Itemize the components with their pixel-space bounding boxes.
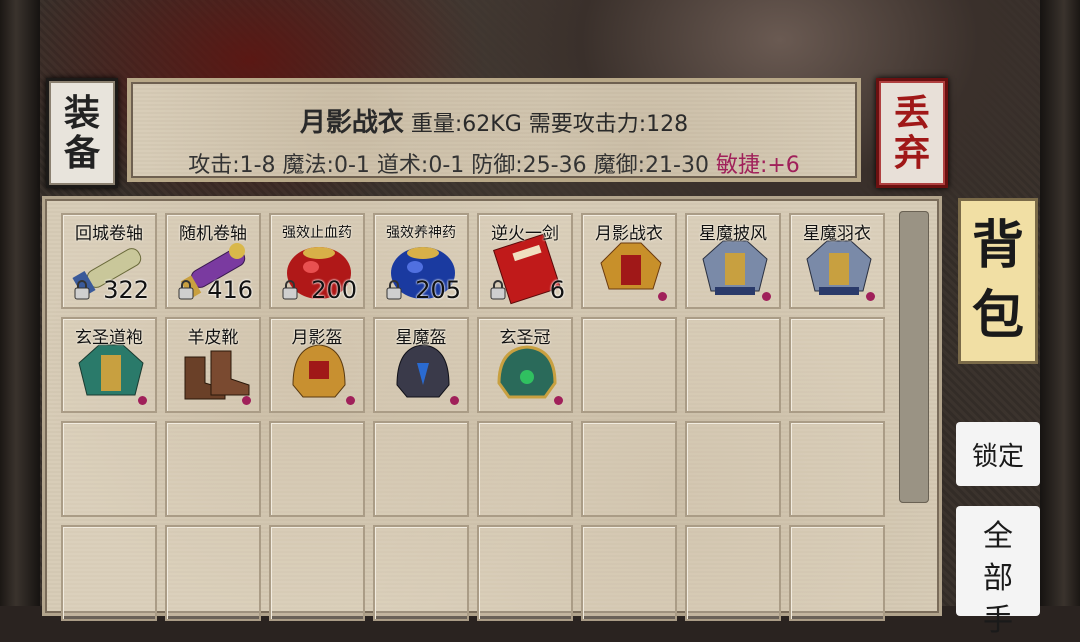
item-name: 月影战衣 xyxy=(299,108,404,138)
item-label: 玄圣冠 xyxy=(499,328,551,348)
inventory-slot[interactable]: 强效止血药 200 xyxy=(269,213,365,309)
stat-magic-defense: 魔御:21-30 xyxy=(593,153,709,178)
right-frame xyxy=(1040,0,1080,606)
inventory-scrollbar[interactable] xyxy=(899,211,929,503)
quality-dot-icon xyxy=(450,396,459,405)
quality-dot-icon xyxy=(762,292,771,301)
stat-agility: 敏捷:+6 xyxy=(715,153,800,178)
quality-dot-icon xyxy=(866,292,875,301)
inventory-slot[interactable]: 月影战衣 xyxy=(581,213,677,309)
item-label: 星魔披风 xyxy=(699,224,767,244)
item-label: 强效养神药 xyxy=(386,225,456,241)
empty-inventory-slot[interactable] xyxy=(373,525,469,621)
item-count: 6 xyxy=(549,276,565,304)
quality-dot-icon xyxy=(242,396,251,405)
inventory-slot[interactable]: 羊皮靴 xyxy=(165,317,261,413)
quality-dot-icon xyxy=(658,292,667,301)
empty-inventory-slot[interactable] xyxy=(581,317,677,413)
inventory-slot[interactable]: 回城卷轴 322 xyxy=(61,213,157,309)
stat-attack: 攻击:1-8 xyxy=(188,153,276,178)
item-label: 羊皮靴 xyxy=(187,328,239,348)
bound-lock-icon xyxy=(386,280,402,300)
item-count: 205 xyxy=(415,276,461,304)
item-label: 月影盔 xyxy=(291,328,343,348)
item-label: 星魔羽衣 xyxy=(803,224,871,244)
equip-char-2: 备 xyxy=(63,132,100,174)
item-label: 月影战衣 xyxy=(595,224,663,244)
item-label: 星魔盔 xyxy=(395,328,447,348)
empty-inventory-slot[interactable] xyxy=(685,317,781,413)
empty-inventory-slot[interactable] xyxy=(477,525,573,621)
empty-inventory-slot[interactable] xyxy=(789,421,885,517)
item-label: 回城卷轴 xyxy=(75,224,143,244)
empty-inventory-slot[interactable] xyxy=(61,525,157,621)
all-char-1: 全 xyxy=(983,519,1013,554)
inventory-slot[interactable]: 玄圣冠 xyxy=(477,317,573,413)
empty-inventory-slot[interactable] xyxy=(581,421,677,517)
item-label: 玄圣道袍 xyxy=(75,328,143,348)
empty-inventory-slot[interactable] xyxy=(685,525,781,621)
bag-panel: 回城卷轴 322 随机卷轴 416 强效止血药 200 强效养神药 205 逆火一剑 6 月影战衣星… xyxy=(42,196,942,621)
item-weight: 重量:62KG xyxy=(410,112,522,137)
item-requirement: 需要攻击力:128 xyxy=(528,112,689,137)
inventory-slot[interactable]: 玄圣道袍 xyxy=(61,317,157,413)
quality-dot-icon xyxy=(346,396,355,405)
stat-defense: 防御:25-36 xyxy=(471,153,587,178)
stat-taoism: 道术:0-1 xyxy=(376,153,465,178)
inventory-slot[interactable]: 月影盔 xyxy=(269,317,365,413)
item-label: 逆火一剑 xyxy=(491,224,559,244)
bag-tab[interactable]: 背 包 xyxy=(958,198,1038,364)
all-char-2: 部 xyxy=(983,561,1013,596)
all-char-3: 手 xyxy=(983,603,1013,638)
equip-button[interactable]: 装 备 xyxy=(46,78,118,188)
empty-inventory-slot[interactable] xyxy=(165,525,261,621)
inventory-slot[interactable]: 星魔披风 xyxy=(685,213,781,309)
discard-char-2: 弃 xyxy=(893,132,930,174)
discard-char-1: 丢 xyxy=(893,92,930,134)
stat-magic: 魔法:0-1 xyxy=(282,153,370,178)
bound-lock-icon xyxy=(178,280,194,300)
empty-inventory-slot[interactable] xyxy=(477,421,573,517)
inventory-slot[interactable]: 随机卷轴 416 xyxy=(165,213,261,309)
bound-lock-icon xyxy=(74,280,90,300)
empty-inventory-slot[interactable] xyxy=(61,421,157,517)
bag-tab-char-2: 包 xyxy=(971,285,1024,346)
inventory-slot[interactable]: 星魔盔 xyxy=(373,317,469,413)
item-count: 322 xyxy=(103,276,149,304)
empty-inventory-slot[interactable] xyxy=(789,525,885,621)
inventory-slot[interactable]: 强效养神药 205 xyxy=(373,213,469,309)
quality-dot-icon xyxy=(554,396,563,405)
all-button[interactable]: 全 部 手 xyxy=(956,506,1040,638)
discard-button[interactable]: 丢 弃 xyxy=(876,78,948,188)
item-count: 200 xyxy=(311,276,357,304)
left-frame xyxy=(0,0,40,606)
bound-lock-icon xyxy=(282,280,298,300)
empty-inventory-slot[interactable] xyxy=(581,525,677,621)
equip-char-1: 装 xyxy=(63,92,100,134)
empty-inventory-slot[interactable] xyxy=(269,421,365,517)
quality-dot-icon xyxy=(138,396,147,405)
inventory-slot[interactable]: 星魔羽衣 xyxy=(789,213,885,309)
empty-inventory-slot[interactable] xyxy=(373,421,469,517)
item-info-banner: 月影战衣 重量:62KG 需要攻击力:128 攻击:1-8 魔法:0-1 道术:… xyxy=(127,78,861,182)
item-count: 416 xyxy=(207,276,253,304)
bag-tab-char-1: 背 xyxy=(971,215,1024,276)
lock-button[interactable]: 锁定 xyxy=(956,422,1040,486)
bound-lock-icon xyxy=(490,280,506,300)
empty-inventory-slot[interactable] xyxy=(685,421,781,517)
empty-inventory-slot[interactable] xyxy=(789,317,885,413)
inventory-slot[interactable]: 逆火一剑 6 xyxy=(477,213,573,309)
item-label: 强效止血药 xyxy=(282,225,352,241)
empty-inventory-slot[interactable] xyxy=(269,525,365,621)
empty-inventory-slot[interactable] xyxy=(165,421,261,517)
item-label: 随机卷轴 xyxy=(179,224,247,244)
